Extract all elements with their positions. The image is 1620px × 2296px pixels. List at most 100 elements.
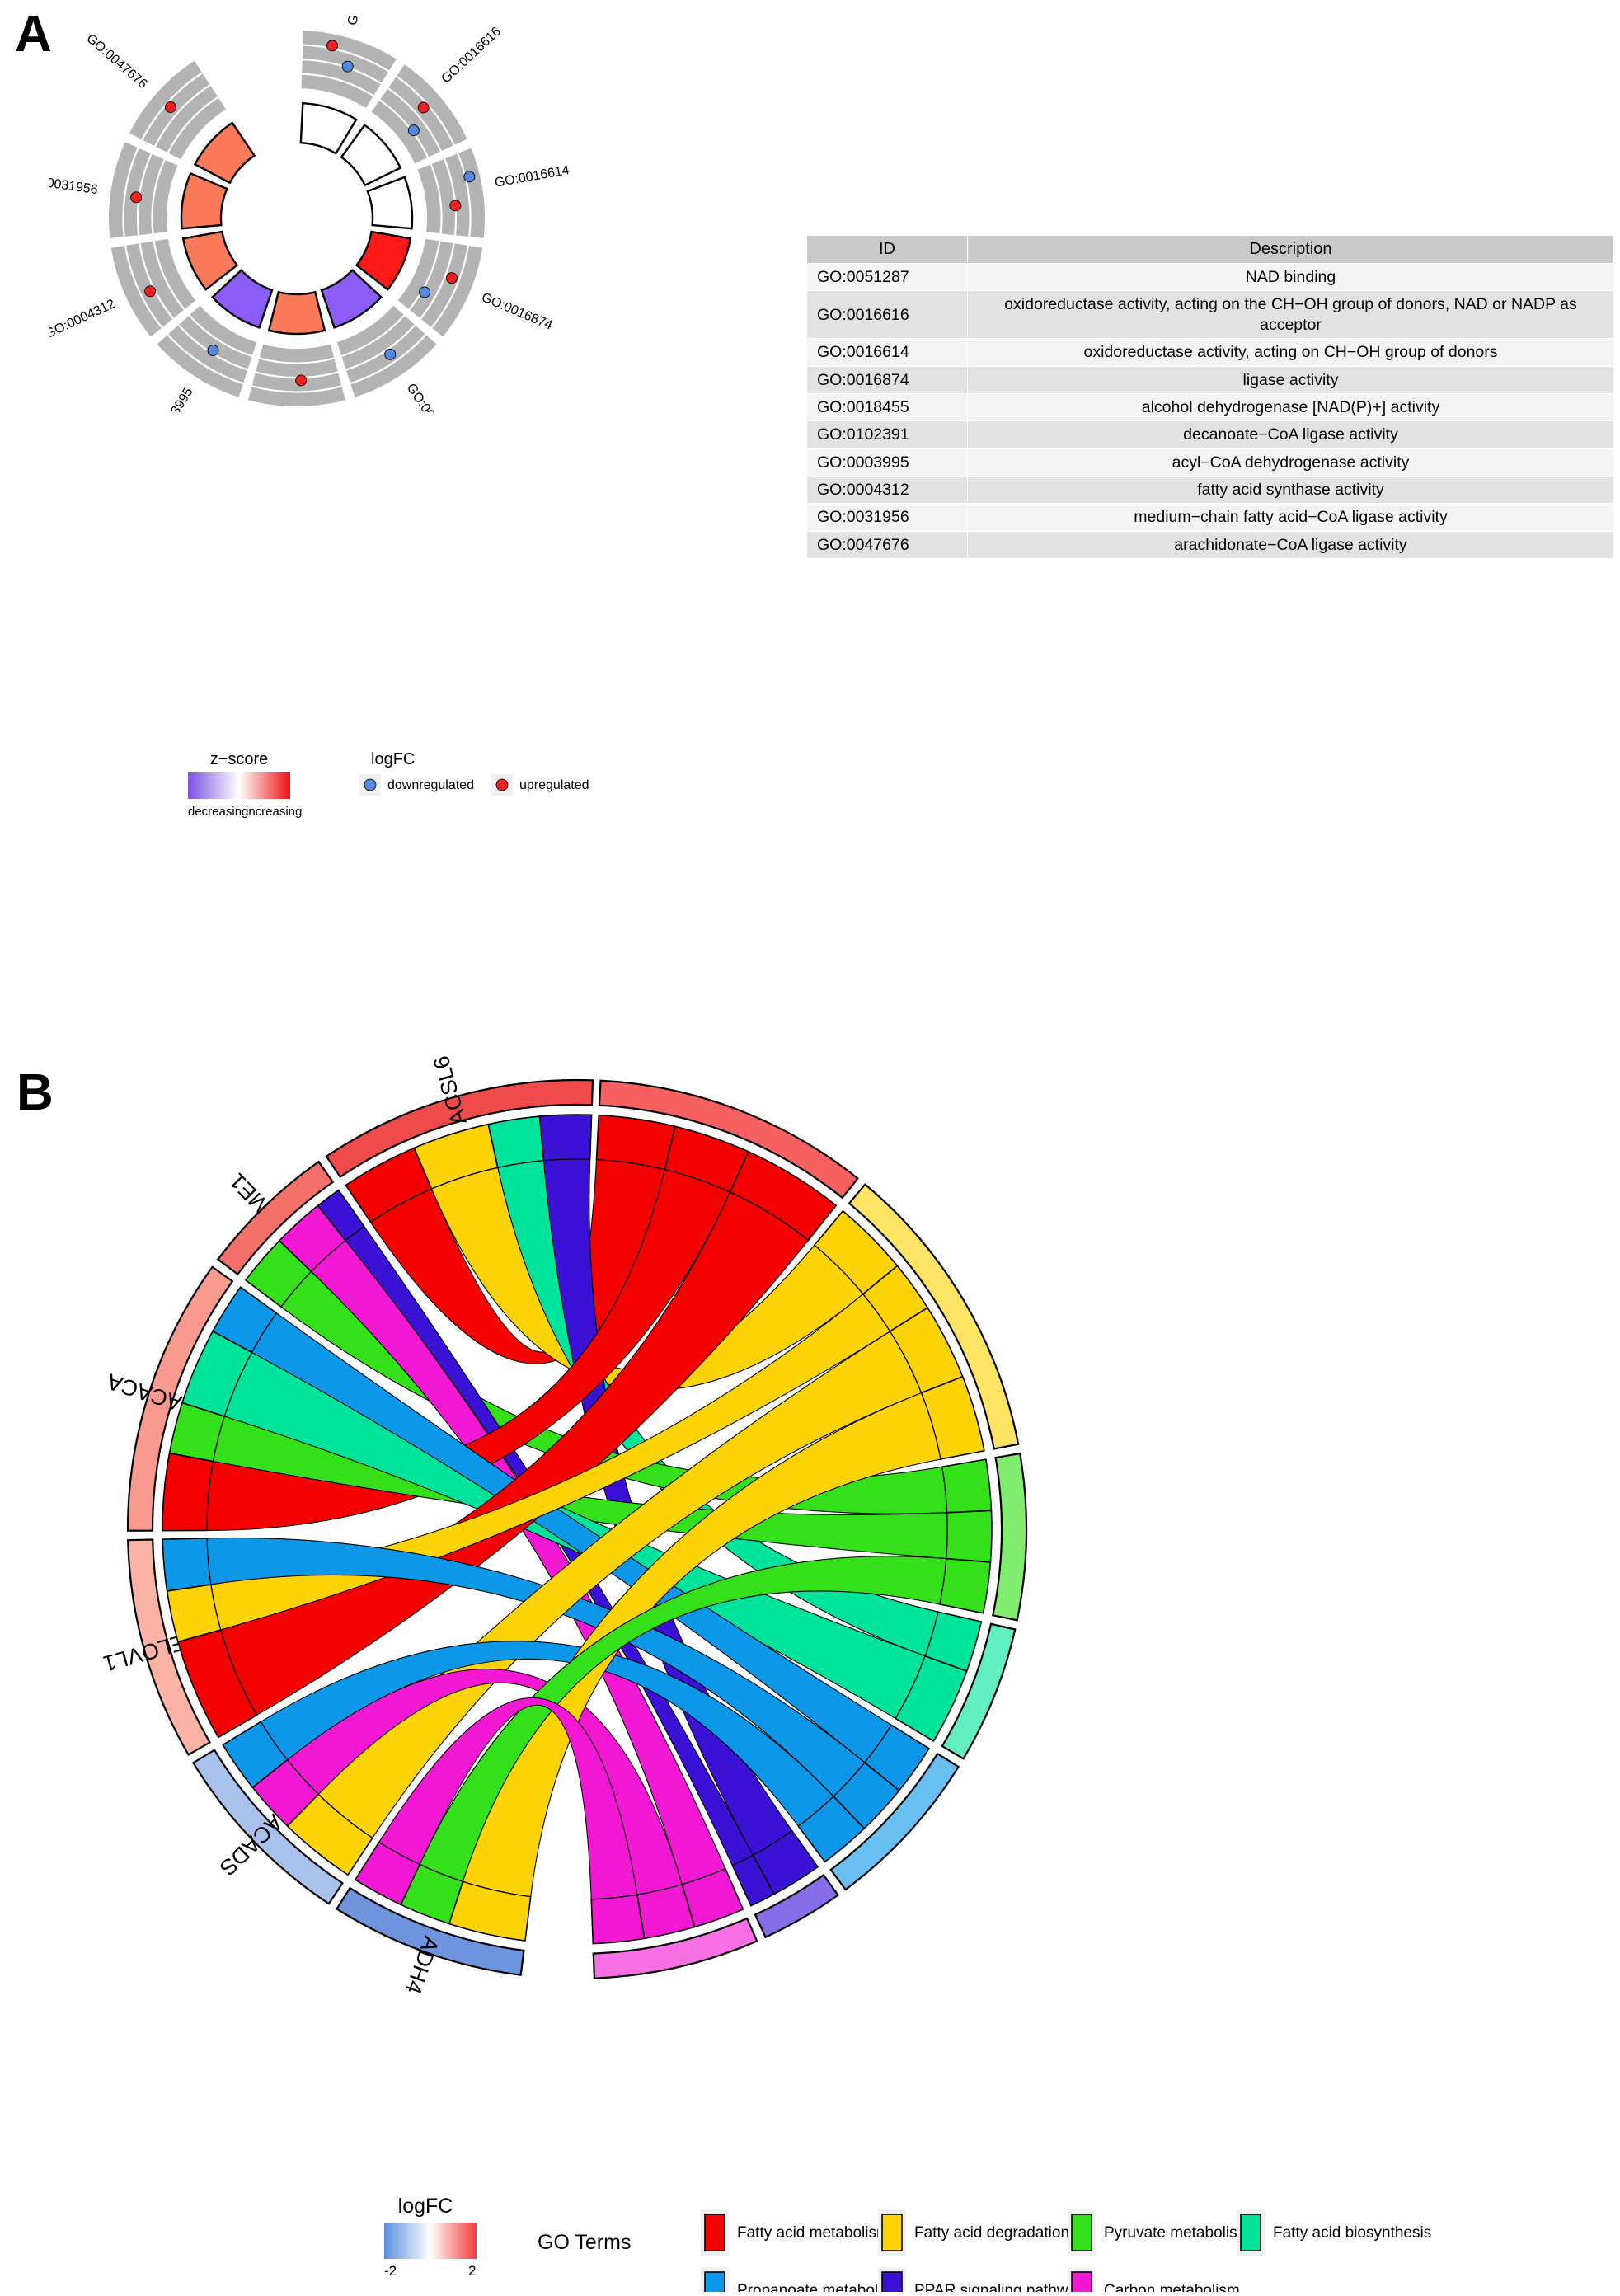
zscore-sector bbox=[210, 269, 274, 329]
go-description-table: ID Description GO:0051287 NAD binding GO:0… bbox=[806, 235, 1614, 560]
logfc-point-down bbox=[207, 345, 219, 356]
go-term-arc bbox=[992, 1452, 1028, 1622]
go-terms-legend-title: GO Terms bbox=[538, 2231, 631, 2254]
logfc-point-down bbox=[419, 286, 430, 298]
cell-go-description: NAD binding bbox=[967, 262, 1614, 292]
logfc-point-up bbox=[449, 200, 462, 212]
term-segment bbox=[941, 1458, 993, 1514]
go-term-label: GO:0016874 bbox=[479, 290, 554, 333]
table-row: GO:0018455 alcohol dehydrogenase [NAD(P)+… bbox=[806, 392, 1614, 422]
go-term-label: GO:0016616 bbox=[439, 25, 504, 87]
table-row: GO:0051287 NAD binding bbox=[806, 262, 1614, 292]
upregulated-dot-icon bbox=[495, 778, 509, 791]
cell-go-id: GO:0016616 bbox=[806, 290, 968, 340]
outer-band bbox=[417, 148, 486, 238]
gocircle-svg: GO:0051287 GO:0016616 GO:0016614 GO:0016874… bbox=[21, 0, 571, 495]
logfc-point-down bbox=[384, 348, 397, 360]
cell-go-id: GO:0018455 bbox=[806, 392, 968, 422]
gene-segment bbox=[487, 1115, 545, 1169]
zscore-gradient-bar bbox=[188, 772, 290, 799]
go-term-label: GO:0051287 bbox=[345, 16, 380, 27]
legend-swatch bbox=[1071, 2214, 1092, 2251]
logfc-legend-title: logFC bbox=[371, 750, 415, 768]
legend-label: PPAR signaling pathway bbox=[914, 2282, 1085, 2292]
outer-band bbox=[247, 344, 346, 406]
header-description: Description bbox=[967, 235, 1614, 264]
cell-go-description: medium−chain fatty acid−CoA ligase activ… bbox=[967, 503, 1614, 532]
downregulated-label: downregulated bbox=[387, 778, 474, 792]
logfc-point-up bbox=[130, 191, 143, 204]
gocircle-legend: z−score decreasing increasing logFC down… bbox=[165, 746, 758, 837]
gochord-legend: logFC -2 2 GO Terms Fatty acid metabolis… bbox=[363, 2176, 1616, 2296]
zscore-sector bbox=[340, 124, 402, 187]
header-id: ID bbox=[806, 235, 968, 264]
zscore-legend-title: z−score bbox=[210, 750, 269, 768]
legend-label: Fatty acid metabolism bbox=[737, 2224, 890, 2242]
legend-label: Propanoate metabolism bbox=[737, 2282, 903, 2292]
outer-band bbox=[109, 142, 178, 238]
go-term-sector-GO:0051287: GO:0051287 bbox=[299, 0, 397, 155]
table-row: GO:0016616 oxidoreductase activity, actin… bbox=[806, 290, 1614, 340]
legend-swatch bbox=[881, 2214, 903, 2251]
cell-go-id: GO:0016874 bbox=[806, 365, 968, 394]
go-term-label: GO:0047676 bbox=[83, 31, 149, 92]
logfc-point-down bbox=[407, 124, 420, 137]
table-row: GO:0031956 medium−chain fatty acid−CoA li… bbox=[806, 503, 1614, 532]
legend-label: Fatty acid degradation bbox=[914, 2224, 1069, 2242]
legend-swatch bbox=[1071, 2271, 1092, 2296]
zscore-sector bbox=[366, 176, 414, 230]
cell-go-description: oxidoreductase activity, acting on CH−OH… bbox=[967, 338, 1614, 367]
legend-swatch bbox=[1240, 2214, 1261, 2251]
go-term-label: GO:0018455 bbox=[404, 381, 458, 412]
legend-swatch bbox=[881, 2271, 903, 2296]
downregulated-dot-icon bbox=[364, 778, 377, 791]
cell-go-id: GO:0102391 bbox=[806, 420, 968, 449]
table-row: GO:0016874 ligase activity bbox=[806, 365, 1614, 394]
legend-label: Pyruvate metabolism bbox=[1104, 2224, 1250, 2242]
cell-go-id: GO:0031956 bbox=[806, 503, 968, 532]
table-header-row: ID Description bbox=[806, 235, 1614, 264]
cell-go-description: alcohol dehydrogenase [NAD(P)+] activity bbox=[967, 392, 1614, 422]
cell-go-id: GO:0051287 bbox=[806, 262, 968, 292]
cell-go-description: fatty acid synthase activity bbox=[967, 475, 1614, 505]
gene-segment bbox=[162, 1538, 212, 1592]
logfc-point-up bbox=[164, 101, 176, 113]
cell-go-description: arachidonate−CoA ligase activity bbox=[967, 530, 1614, 560]
legend-label: Fatty acid biosynthesis bbox=[1273, 2224, 1431, 2242]
cell-go-id: GO:0004312 bbox=[806, 475, 968, 505]
logfc-point-up bbox=[326, 40, 338, 52]
table-row: GO:0047676 arachidonate−CoA ligase activi… bbox=[806, 530, 1614, 560]
table-row: GO:0102391 decanoate−CoA ligase activity bbox=[806, 420, 1614, 449]
cell-go-id: GO:0016614 bbox=[806, 338, 968, 367]
zscore-sector bbox=[299, 101, 358, 155]
chord-logfc-gradient bbox=[384, 2223, 477, 2259]
gene-segment bbox=[162, 1452, 214, 1532]
table-row: GO:0016614 oxidoreductase activity, actin… bbox=[806, 338, 1614, 367]
go-term-sector-GO:0047676: GO:0047676 bbox=[83, 31, 256, 185]
go-term-label: GO:0031956 bbox=[49, 173, 99, 198]
logfc-point-up bbox=[417, 101, 430, 114]
gene-segment bbox=[538, 1114, 593, 1162]
zscore-high-label: increasing bbox=[246, 805, 302, 819]
zscore-low-label: decreasing bbox=[188, 805, 248, 819]
table-row: GO:0003995 acyl−CoA dehydrogenase activit… bbox=[806, 448, 1614, 477]
cell-go-id: GO:0003995 bbox=[806, 448, 968, 477]
cell-go-description: oxidoreductase activity, acting on the C… bbox=[967, 290, 1614, 340]
cell-go-description: decanoate−CoA ligase activity bbox=[967, 420, 1614, 449]
chord-logfc-title: logFC bbox=[398, 2195, 453, 2218]
zscore-sector bbox=[193, 121, 256, 185]
go-term-label: GO:0004312 bbox=[49, 297, 117, 341]
cell-go-description: acyl−CoA dehydrogenase activity bbox=[967, 448, 1614, 477]
term-segment bbox=[945, 1510, 993, 1563]
cell-go-id: GO:0047676 bbox=[806, 530, 968, 560]
legend-swatch bbox=[704, 2214, 725, 2251]
gochord-svg: ACSL6ME1ACACAELOVL1ACADSADH4 bbox=[101, 1053, 1028, 1998]
logfc-point-down bbox=[463, 171, 476, 183]
zscore-sector bbox=[267, 290, 326, 336]
go-term-label: GO:0016614 bbox=[494, 163, 571, 190]
zscore-sector bbox=[320, 269, 383, 329]
gocircle-plot: GO:0051287 GO:0016616 GO:0016614 GO:0016874… bbox=[21, 0, 577, 495]
legend-swatch bbox=[704, 2271, 725, 2296]
logfc-point-up bbox=[144, 285, 157, 298]
panel-b-label: B bbox=[16, 1064, 54, 1121]
